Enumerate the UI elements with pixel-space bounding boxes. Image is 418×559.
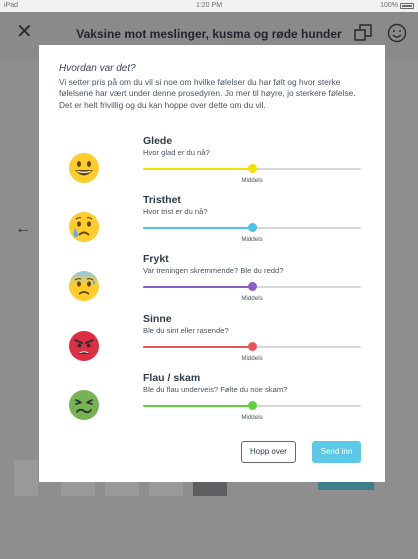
slider-handle[interactable] [247, 223, 257, 232]
send-button[interactable]: Send inn [312, 441, 361, 463]
dialog-description: Vi setter pris på om du vil si noe om hv… [59, 77, 356, 110]
slider-level-label: Middels [241, 236, 263, 243]
slider-fill [143, 168, 252, 170]
skip-button[interactable]: Hopp over [241, 441, 296, 463]
slider-level-label: Middels [241, 414, 263, 421]
emotion-row-glede: Glede Hvor glad er du nå? Middels [39, 135, 385, 191]
background-panel [14, 460, 38, 496]
emotion-name: Frykt [143, 253, 169, 265]
angry-face-icon [69, 331, 99, 361]
slider-handle[interactable] [247, 164, 257, 173]
grinning-face-icon [69, 153, 99, 183]
slider-handle[interactable] [247, 342, 257, 351]
slider-fill [143, 346, 252, 348]
feelings-dialog: Hvordan var det? Vi setter pris på om du… [39, 45, 385, 482]
dialog-title: Hvordan var det? [59, 63, 136, 74]
emotion-question: Ble du sint eller rasende? [143, 326, 229, 335]
emotion-slider[interactable] [143, 342, 361, 351]
emotion-row-flau-skam: Flau / skam Ble du flau underveis? Følte… [39, 372, 385, 428]
slider-level-label: Middels [241, 295, 263, 302]
emotion-row-sinne: Sinne Ble du sint eller rasende? Middels [39, 313, 385, 369]
slider-fill [143, 405, 252, 407]
slider-level-label: Middels [241, 355, 263, 362]
emotion-name: Tristhet [143, 194, 181, 206]
emotion-slider[interactable] [143, 401, 361, 410]
nauseated-face-icon [69, 390, 99, 420]
emotion-name: Sinne [143, 313, 172, 325]
emotion-question: Hvor glad er du nå? [143, 148, 210, 157]
crying-face-icon [69, 212, 99, 242]
emotion-slider[interactable] [143, 164, 361, 173]
slider-handle[interactable] [247, 282, 257, 291]
battery-icon [400, 2, 414, 9]
copy-icon[interactable] [354, 24, 372, 42]
status-bar: iPad 1:20 PM 100% [0, 0, 418, 12]
emotion-question: Var treningen skremmende? Ble du redd? [143, 266, 284, 275]
emotion-name: Glede [143, 135, 173, 147]
status-time: 1:20 PM [195, 2, 223, 9]
emotion-name: Flau / skam [143, 372, 201, 384]
slider-level-label: Middels [241, 177, 263, 184]
slider-handle[interactable] [247, 401, 257, 410]
emotion-slider[interactable] [143, 282, 361, 291]
emotion-question: Ble du flau underveis? Følte du noe skam… [143, 385, 288, 394]
emotion-question: Hvor trist er du nå? [143, 207, 208, 216]
emotion-row-frykt: Frykt Var treningen skremmende? Ble du r… [39, 253, 385, 309]
smiley-icon[interactable] [387, 23, 407, 43]
slider-fill [143, 286, 252, 288]
back-arrow-icon[interactable]: ← [15, 220, 31, 238]
slider-fill [143, 227, 252, 229]
anxious-face-icon [69, 271, 99, 301]
emotion-row-tristhet: Tristhet Hvor trist er du nå? Middels [39, 194, 385, 250]
emotion-slider[interactable] [143, 223, 361, 232]
battery-status: 100% [380, 2, 414, 9]
battery-percent: 100% [380, 2, 398, 9]
